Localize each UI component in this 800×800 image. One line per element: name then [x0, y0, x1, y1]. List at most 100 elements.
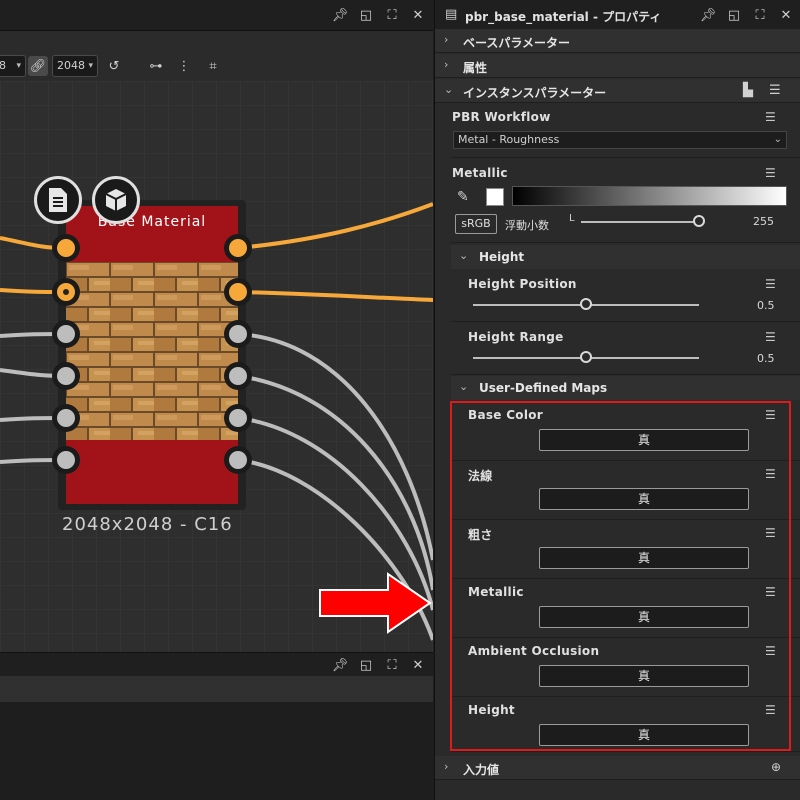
section-instance-params[interactable]: ⌄ インスタンスパラメーター ▙ ☰ [435, 79, 800, 103]
property-menu-icon[interactable]: ☰ [765, 166, 781, 180]
pbr-workflow-row: PBR Workflow ☰ Metal - Roughness ⌄ [451, 104, 800, 158]
user-maps-header[interactable]: ⌄ User-Defined Maps [451, 376, 800, 400]
slider-track [581, 221, 699, 223]
property-menu-icon[interactable]: ☰ [765, 703, 781, 717]
chevron-down-icon: ⌄ [773, 134, 782, 145]
height-position-label: Height Position [468, 277, 577, 291]
property-menu-icon[interactable]: ☰ [765, 644, 781, 658]
user-map-toggle-button[interactable]: 真 [539, 606, 749, 628]
output-port[interactable] [224, 446, 252, 474]
output-port[interactable] [224, 320, 252, 348]
input-port[interactable] [52, 320, 80, 348]
pin-icon[interactable]: 📌︎ [332, 656, 349, 674]
user-map-toggle-button[interactable]: 真 [539, 429, 749, 451]
user-map-label: Metallic [468, 585, 524, 599]
close-icon[interactable]: ✕ [779, 6, 793, 24]
preset-icon[interactable]: ▙ [743, 83, 753, 98]
output-port[interactable] [224, 234, 252, 262]
chevron-down-icon: ⌄ [444, 83, 454, 96]
channel-label: L [569, 213, 575, 224]
user-map-toggle-button[interactable]: 真 [539, 488, 749, 510]
property-menu-icon[interactable]: ☰ [765, 277, 781, 291]
red-arrow-icon [319, 572, 432, 634]
bottom-pane-toolbar [0, 676, 433, 702]
input-port[interactable] [52, 278, 80, 306]
section-label: 入力値 [463, 763, 500, 777]
metallic-row: Metallic ☰ ✎ sRGB 浮動小数 L 255 [451, 159, 800, 243]
metallic-value: 255 [753, 215, 774, 228]
section-label: 属性 [463, 61, 488, 75]
user-map-label: Height [468, 703, 515, 717]
maximize-icon[interactable]: ⛶ [753, 6, 767, 24]
height-range-slider[interactable] [473, 351, 699, 365]
property-menu-icon[interactable]: ☰ [765, 110, 781, 124]
pbr-workflow-value: Metal - Roughness [458, 133, 560, 146]
section-attributes[interactable]: › 属性 [435, 54, 800, 78]
document-icon[interactable] [34, 176, 82, 224]
user-map-row: Ambient Occlusion ☰ 真 [451, 638, 800, 697]
chevron-down-icon: ⌄ [459, 249, 469, 262]
height-range-label: Height Range [468, 330, 564, 344]
chevron-right-icon: › [444, 33, 449, 46]
close-icon[interactable]: ✕ [411, 656, 425, 674]
height-position-value: 0.5 [757, 299, 775, 312]
output-port[interactable] [224, 362, 252, 390]
user-maps-label: User-Defined Maps [479, 381, 608, 395]
pbr-workflow-dropdown[interactable]: Metal - Roughness ⌄ [453, 131, 787, 149]
properties-panel: ▤ pbr_base_material - プロパティ 📌︎ ◱ ⛶ ✕ › ベ… [434, 0, 800, 800]
property-menu-icon[interactable]: ☰ [765, 408, 781, 422]
slider-knob[interactable] [580, 298, 592, 310]
slider-knob[interactable] [693, 215, 705, 227]
pin-icon[interactable]: 📌︎ [700, 6, 717, 24]
output-port[interactable] [224, 278, 252, 306]
property-menu-icon[interactable]: ☰ [765, 585, 781, 599]
input-port[interactable] [52, 404, 80, 432]
property-menu-icon[interactable]: ☰ [765, 330, 781, 344]
chevron-down-icon: ⌄ [459, 380, 469, 393]
metallic-label: Metallic [452, 166, 508, 180]
height-group-label: Height [479, 250, 525, 264]
output-port[interactable] [224, 404, 252, 432]
property-menu-icon[interactable]: ☰ [765, 467, 781, 481]
bottom-pane-titlebar: 📌︎ ◱ ⛶ ✕ [0, 652, 433, 676]
chevron-right-icon: › [444, 760, 449, 773]
maximize-icon[interactable]: ⛶ [385, 656, 399, 674]
user-map-label: Ambient Occlusion [468, 644, 600, 658]
restore-icon[interactable]: ◱ [727, 6, 741, 24]
input-port[interactable] [52, 362, 80, 390]
restore-icon[interactable]: ◱ [359, 656, 373, 674]
user-map-toggle-button[interactable]: 真 [539, 547, 749, 569]
list-menu-icon[interactable]: ☰ [769, 83, 781, 98]
pbr-workflow-label: PBR Workflow [452, 110, 551, 124]
section-inputs[interactable]: › 入力値 ⊕ [435, 756, 800, 780]
user-map-label: 法線 [468, 469, 493, 483]
user-map-row: 法線 ☰ 真 [451, 461, 800, 520]
color-swatch[interactable] [486, 188, 504, 206]
property-menu-icon[interactable]: ☰ [765, 526, 781, 540]
metallic-slider[interactable] [581, 215, 705, 229]
input-port[interactable] [52, 234, 80, 262]
node-resolution-label: 2048x2048 - C16 [62, 514, 233, 535]
chevron-right-icon: › [444, 58, 449, 71]
properties-titlebar: ▤ pbr_base_material - プロパティ 📌︎ ◱ ⛶ ✕ [435, 0, 800, 31]
user-map-toggle-button[interactable]: 真 [539, 665, 749, 687]
slider-knob[interactable] [580, 351, 592, 363]
height-position-row: Height Position ☰ 0.5 [451, 270, 800, 322]
bottom-pane-body [0, 702, 433, 800]
grayscale-gradient-picker[interactable] [512, 186, 787, 206]
add-icon[interactable]: ⊕ [771, 760, 781, 774]
cube-icon[interactable] [92, 176, 140, 224]
srgb-button[interactable]: sRGB [455, 214, 497, 234]
properties-title: pbr_base_material - プロパティ [465, 10, 662, 24]
user-map-label: 粗さ [468, 528, 493, 542]
input-port[interactable] [52, 446, 80, 474]
float-label: 浮動小数 [505, 219, 549, 232]
base-material-node[interactable]: Base Material [52, 200, 252, 510]
user-map-toggle-button[interactable]: 真 [539, 724, 749, 746]
brick-texture-thumbnail [66, 262, 238, 440]
node-title: Base Material [97, 214, 207, 230]
eyedropper-icon[interactable]: ✎ [457, 189, 469, 205]
height-position-slider[interactable] [473, 298, 699, 312]
section-base-params[interactable]: › ベースパラメーター [435, 29, 800, 53]
height-group-header[interactable]: ⌄ Height [451, 245, 800, 269]
